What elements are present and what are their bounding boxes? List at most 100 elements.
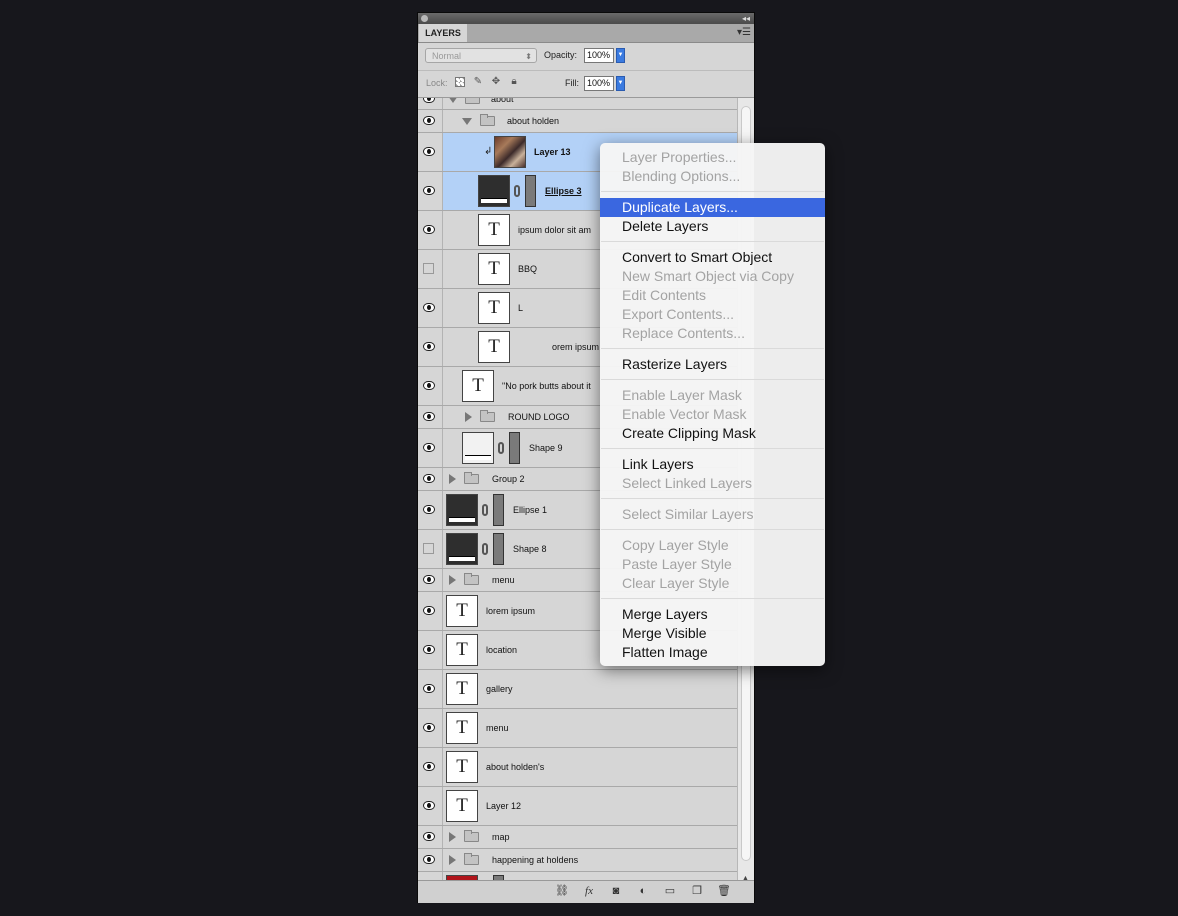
link-chain-icon xyxy=(498,442,504,454)
eye-icon[interactable] xyxy=(423,147,435,156)
menu-item-link-layers[interactable]: Link Layers xyxy=(600,455,825,474)
disclosure-closed-icon[interactable] xyxy=(465,412,472,422)
eye-icon[interactable] xyxy=(423,684,435,693)
menu-item-export-contents[interactable]: Export Contents... xyxy=(600,305,825,324)
eye-icon[interactable] xyxy=(423,474,435,483)
menu-item-edit-contents[interactable]: Edit Contents xyxy=(600,286,825,305)
vector-mask-thumbnail xyxy=(493,494,504,526)
menu-item-select-linked-layers[interactable]: Select Linked Layers xyxy=(600,474,825,493)
menu-item-layer-properties[interactable]: Layer Properties... xyxy=(600,148,825,167)
lock-move-icon[interactable]: ✥ xyxy=(491,77,501,87)
lock-all-icon[interactable]: 🔒︎ xyxy=(509,77,519,87)
disclosure-closed-icon[interactable] xyxy=(449,832,456,842)
eye-icon[interactable] xyxy=(423,225,435,234)
eye-icon[interactable] xyxy=(423,303,435,312)
opacity-dropdown-button[interactable]: ▼ xyxy=(616,48,625,63)
layer-name: Shape 9 xyxy=(529,443,563,453)
folder-icon xyxy=(465,98,480,104)
menu-separator xyxy=(601,529,824,530)
eye-icon[interactable] xyxy=(423,855,435,864)
menu-item-rasterize-layers[interactable]: Rasterize Layers xyxy=(600,355,825,374)
disclosure-closed-icon[interactable] xyxy=(449,474,456,484)
eye-icon[interactable] xyxy=(423,505,435,514)
link-icon[interactable]: ⛓ xyxy=(555,885,569,898)
layer-row[interactable]: T Layer 12 xyxy=(418,787,737,826)
panel-titlebar[interactable]: ◂◂ xyxy=(418,13,754,24)
eye-icon[interactable] xyxy=(423,832,435,841)
disclosure-open-icon[interactable] xyxy=(462,118,472,125)
menu-item-duplicate-layers[interactable]: Duplicate Layers... xyxy=(600,198,825,217)
eye-icon[interactable] xyxy=(423,116,435,125)
lock-brush-icon[interactable]: ✎ xyxy=(473,77,483,87)
eye-icon[interactable] xyxy=(423,443,435,452)
blend-mode-select[interactable]: Normal ⬍ xyxy=(425,48,537,63)
fx-icon[interactable]: fx xyxy=(582,885,596,898)
layer-name: Ellipse 3 xyxy=(545,186,582,196)
text-layer-icon: T xyxy=(446,751,478,783)
text-layer-icon: T xyxy=(446,634,478,666)
eye-icon[interactable] xyxy=(423,801,435,810)
menu-item-merge-layers[interactable]: Merge Layers xyxy=(600,605,825,624)
folder-icon xyxy=(480,410,495,422)
text-layer-icon: T xyxy=(478,292,510,324)
menu-item-replace-contents[interactable]: Replace Contents... xyxy=(600,324,825,343)
layer-name: happening at holdens xyxy=(492,855,579,865)
eye-icon[interactable] xyxy=(423,762,435,771)
layer-row[interactable]: about holden xyxy=(418,110,737,133)
eye-hidden-icon[interactable] xyxy=(423,263,434,274)
layer-row[interactable]: happening at holdens xyxy=(418,849,737,872)
menu-item-delete-layers[interactable]: Delete Layers xyxy=(600,217,825,236)
vector-mask-thumbnail xyxy=(493,533,504,565)
layer-name: ROUND LOGO xyxy=(508,412,570,422)
layer-row[interactable] xyxy=(418,872,737,880)
layer-name: gallery xyxy=(486,684,513,694)
menu-item-merge-visible[interactable]: Merge Visible xyxy=(600,624,825,643)
panel-menu-icon[interactable]: ▾☰ xyxy=(737,24,751,42)
new-layer-icon[interactable]: ❐ xyxy=(690,885,704,898)
eye-icon[interactable] xyxy=(423,186,435,195)
eye-icon[interactable] xyxy=(423,381,435,390)
layer-name: about holden xyxy=(507,116,560,126)
lock-transparent-icon[interactable] xyxy=(455,77,465,87)
adjustment-icon[interactable]: ◐ xyxy=(636,885,650,898)
trash-icon[interactable]: 🗑︎ xyxy=(717,885,731,898)
menu-item-enable-layer-mask[interactable]: Enable Layer Mask xyxy=(600,386,825,405)
menu-item-select-similar-layers[interactable]: Select Similar Layers xyxy=(600,505,825,524)
menu-item-new-smart-object-via-copy[interactable]: New Smart Object via Copy xyxy=(600,267,825,286)
menu-separator xyxy=(601,379,824,380)
disclosure-closed-icon[interactable] xyxy=(449,575,456,585)
fill-input[interactable]: 100% xyxy=(584,76,614,91)
layer-row[interactable]: T menu xyxy=(418,709,737,748)
menu-item-paste-layer-style[interactable]: Paste Layer Style xyxy=(600,555,825,574)
menu-item-flatten-image[interactable]: Flatten Image xyxy=(600,643,825,662)
eye-icon[interactable] xyxy=(423,412,435,421)
shape-thumbnail xyxy=(462,432,494,464)
new-group-icon[interactable]: ▭ xyxy=(663,885,677,898)
menu-item-clear-layer-style[interactable]: Clear Layer Style xyxy=(600,574,825,593)
disclosure-closed-icon[interactable] xyxy=(449,855,456,865)
disclosure-open-icon[interactable] xyxy=(448,98,458,103)
eye-icon[interactable] xyxy=(423,98,435,103)
layer-row[interactable]: T about holden's xyxy=(418,748,737,787)
eye-icon[interactable] xyxy=(423,723,435,732)
menu-item-create-clipping-mask[interactable]: Create Clipping Mask xyxy=(600,424,825,443)
menu-item-enable-vector-mask[interactable]: Enable Vector Mask xyxy=(600,405,825,424)
mask-icon[interactable]: ◙ xyxy=(609,885,623,898)
close-icon[interactable] xyxy=(421,15,428,22)
layer-row[interactable]: about xyxy=(418,98,737,110)
menu-item-copy-layer-style[interactable]: Copy Layer Style xyxy=(600,536,825,555)
fill-dropdown-button[interactable]: ▼ xyxy=(616,76,625,91)
eye-icon[interactable] xyxy=(423,606,435,615)
menu-item-blending-options[interactable]: Blending Options... xyxy=(600,167,825,186)
eye-icon[interactable] xyxy=(423,342,435,351)
layer-row[interactable]: map xyxy=(418,826,737,849)
eye-icon[interactable] xyxy=(423,645,435,654)
eye-hidden-icon[interactable] xyxy=(423,543,434,554)
opacity-input[interactable]: 100% xyxy=(584,48,614,63)
layer-row[interactable]: T gallery xyxy=(418,670,737,709)
folder-icon xyxy=(464,853,479,865)
tab-layers[interactable]: LAYERS xyxy=(419,24,467,42)
menu-item-convert-to-smart-object[interactable]: Convert to Smart Object xyxy=(600,248,825,267)
collapse-icon[interactable]: ◂◂ xyxy=(742,13,750,24)
eye-icon[interactable] xyxy=(423,575,435,584)
